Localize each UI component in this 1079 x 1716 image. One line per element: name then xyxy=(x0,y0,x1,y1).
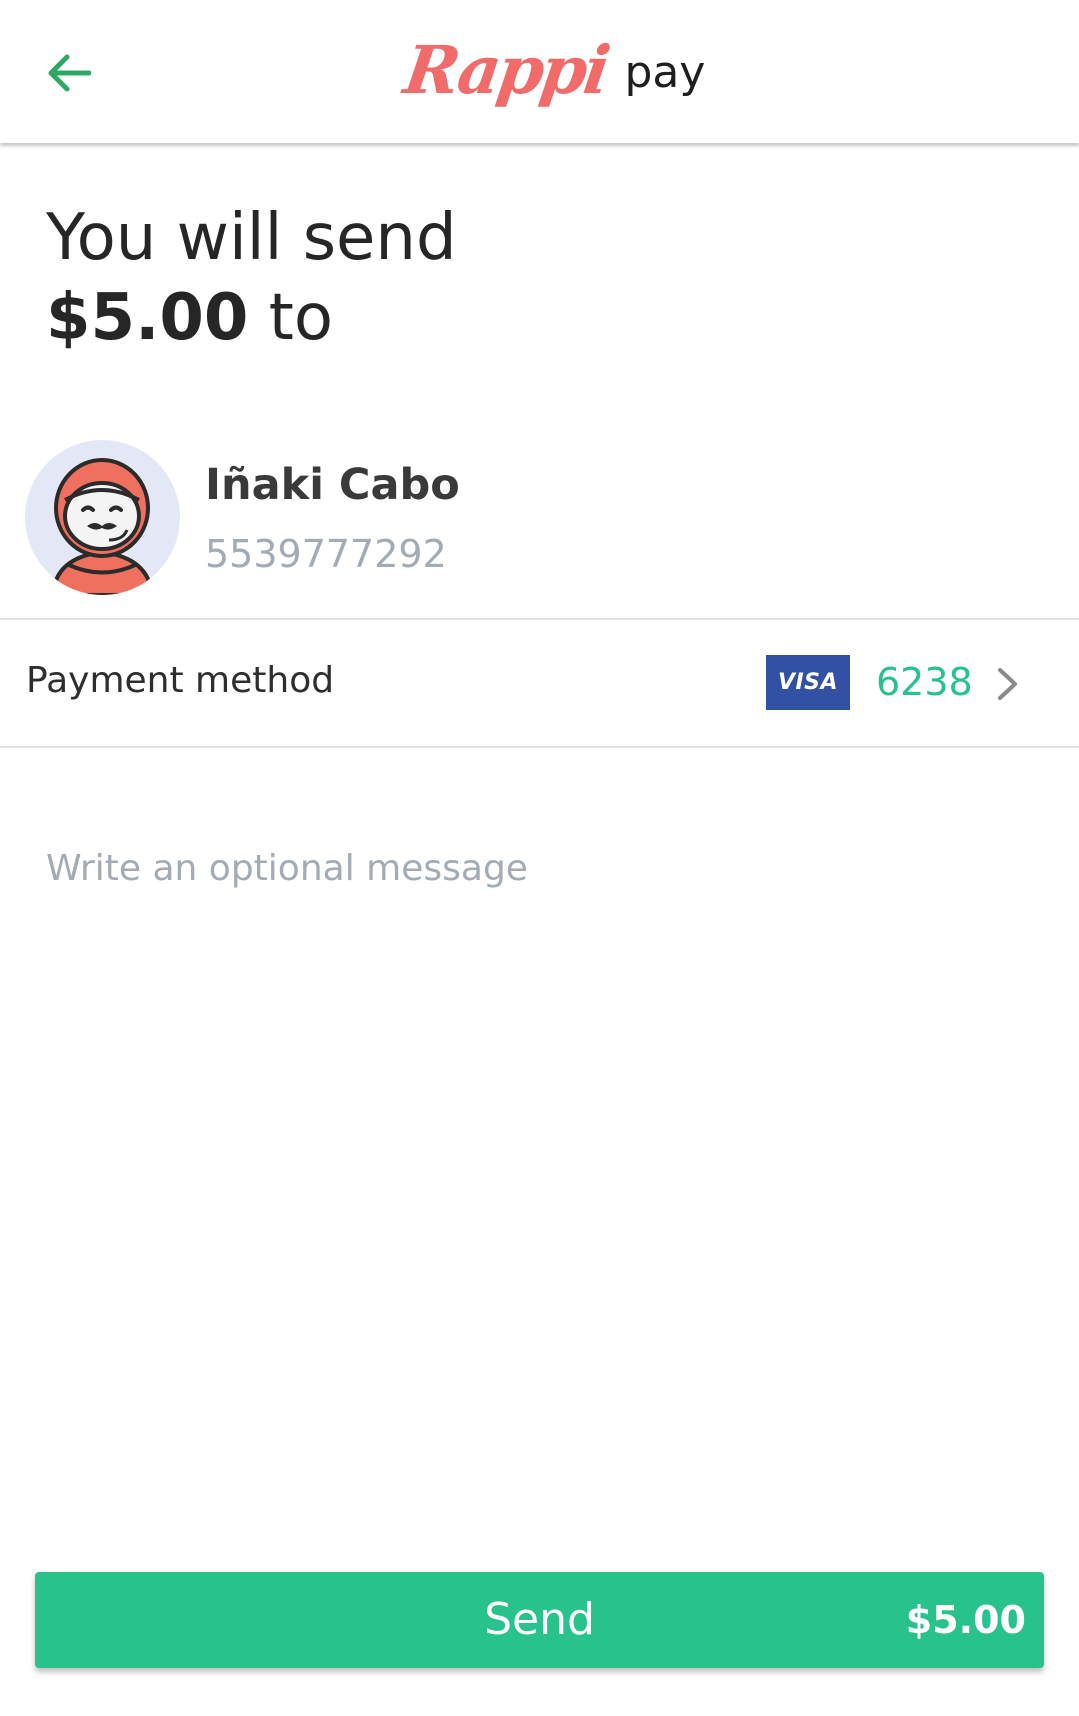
visa-card-icon: VISA xyxy=(766,655,850,710)
astronaut-avatar-icon xyxy=(25,440,180,595)
send-summary-heading: You will send $5.00 to xyxy=(46,198,457,358)
send-button[interactable]: Send $5.00 xyxy=(35,1572,1044,1668)
app-header: Rappi pay xyxy=(0,0,1079,143)
recipient-phone: 5539777292 xyxy=(205,532,447,576)
brand-script: Rappi xyxy=(399,31,612,109)
back-button[interactable] xyxy=(38,42,100,104)
payment-method-label: Payment method xyxy=(26,660,335,701)
optional-message-input[interactable] xyxy=(46,840,1026,896)
send-amount-text: $5.00 xyxy=(46,281,249,355)
arrow-left-icon xyxy=(48,54,91,92)
brand-word: pay xyxy=(624,46,706,98)
rappi-pay-logo: Rappi pay xyxy=(400,25,706,115)
send-button-label: Send xyxy=(484,1594,595,1645)
send-button-amount: $5.00 xyxy=(905,1598,1026,1642)
card-last4: 6238 xyxy=(876,660,973,704)
send-summary-line1: You will send xyxy=(46,201,457,275)
chevron-right-icon xyxy=(998,668,1017,700)
send-summary-suffix: to xyxy=(248,281,334,355)
recipient-card: Iñaki Cabo 5539777292 xyxy=(0,420,1079,620)
recipient-name: Iñaki Cabo xyxy=(205,460,460,510)
payment-method-row[interactable]: Payment method VISA 6238 xyxy=(0,620,1079,748)
